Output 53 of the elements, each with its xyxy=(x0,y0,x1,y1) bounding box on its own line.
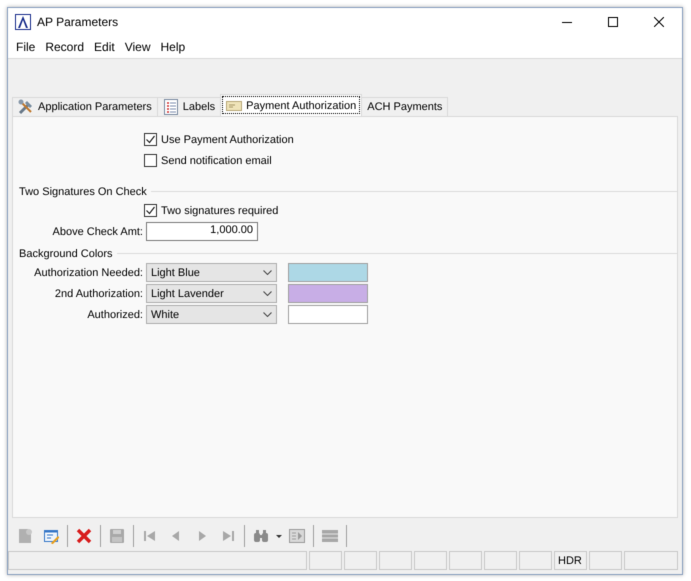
section-title: Background Colors xyxy=(19,248,114,260)
color-dropdown[interactable]: White xyxy=(146,305,277,324)
tab[interactable]: ACH Payments xyxy=(361,97,448,116)
export-icon xyxy=(289,528,305,544)
chevron-down-icon xyxy=(263,312,272,317)
checkbox-label: Send notification email xyxy=(161,154,272,166)
tab[interactable]: Labels xyxy=(156,97,222,116)
edit-icon xyxy=(43,528,59,544)
status-pane xyxy=(484,551,517,570)
checkbox-label: Two signatures required xyxy=(161,204,278,216)
status-indicator: HDR xyxy=(554,551,587,570)
section-title: Two Signatures On Check xyxy=(19,186,148,198)
status-pane xyxy=(414,551,447,570)
menu-item[interactable]: View xyxy=(120,40,156,54)
color-dropdown[interactable]: Light Blue xyxy=(146,263,277,282)
menu-item[interactable]: File xyxy=(11,40,40,54)
menu-item[interactable]: Record xyxy=(40,40,90,54)
window-title: AP Parameters xyxy=(37,15,118,29)
tools-icon xyxy=(18,99,34,115)
color-dropdown[interactable]: Light Lavender xyxy=(146,284,277,303)
close-icon[interactable] xyxy=(654,17,664,27)
last-record-icon xyxy=(220,528,236,544)
status-pane xyxy=(449,551,482,570)
list-view-icon xyxy=(322,528,338,544)
first-record-icon xyxy=(142,528,158,544)
checkbox[interactable] xyxy=(144,204,157,217)
menu-item[interactable]: Help xyxy=(156,40,190,54)
tab[interactable]: Payment Authorization xyxy=(220,94,362,116)
status-pane xyxy=(624,551,678,570)
checkbox[interactable] xyxy=(144,154,157,167)
amount-field[interactable]: 1,000.00 xyxy=(146,222,258,241)
menu-item[interactable]: Edit xyxy=(89,40,120,54)
field-label: Authorized: xyxy=(86,308,144,320)
chevron-down-icon xyxy=(263,291,272,296)
status-pane xyxy=(589,551,622,570)
delete-icon xyxy=(76,528,92,544)
status-pane xyxy=(379,551,412,570)
binoculars-icon xyxy=(253,528,269,544)
status-pane xyxy=(519,551,552,570)
new-record-icon xyxy=(17,528,33,544)
maximize-icon[interactable] xyxy=(608,17,618,27)
chevron-down-icon xyxy=(263,270,272,275)
status-pane xyxy=(309,551,342,570)
caret-icon xyxy=(276,534,282,538)
checkbox[interactable] xyxy=(144,133,157,146)
field-label: 2nd Authorization: xyxy=(54,288,144,300)
app-logo-icon xyxy=(15,14,31,30)
field-label: Authorization Needed: xyxy=(33,266,144,278)
status-pane xyxy=(344,551,377,570)
tab[interactable]: Application Parameters xyxy=(12,97,158,116)
checkbox-label: Use Payment Authorization xyxy=(161,134,294,146)
field-label: Above Check Amt: xyxy=(52,226,144,238)
save-icon xyxy=(109,528,125,544)
